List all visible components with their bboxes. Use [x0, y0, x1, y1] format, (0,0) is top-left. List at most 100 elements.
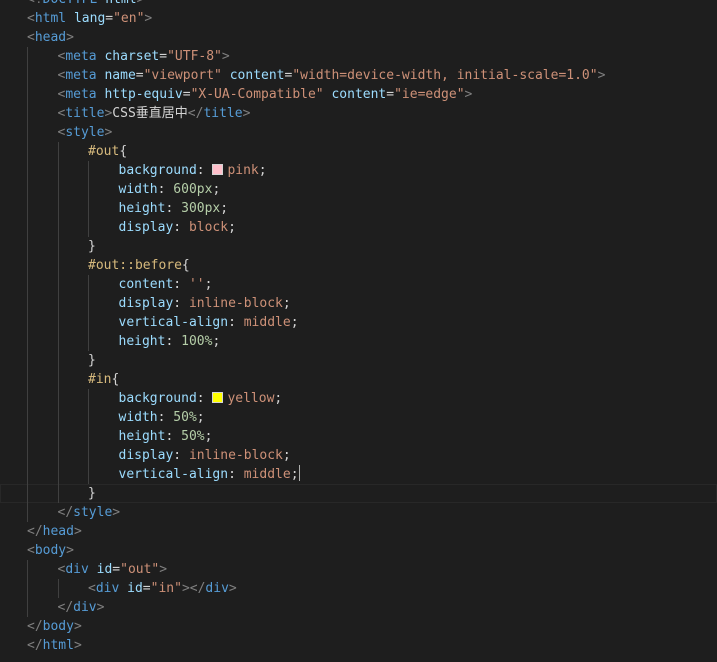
code-line[interactable]: width: 600px;	[0, 180, 717, 199]
code-line[interactable]: </style>	[0, 503, 717, 522]
indent-guide	[27, 332, 28, 351]
code-token: name	[104, 68, 136, 83]
code-token: <	[27, 30, 35, 45]
code-token: pink	[227, 163, 259, 178]
code-line[interactable]: </div>	[0, 598, 717, 617]
code-line[interactable]: #out::before{	[0, 256, 717, 275]
indent-guide	[57, 313, 59, 332]
code-token: content	[331, 87, 387, 102]
code-editor[interactable]: <!DOCTYPE html><html lang="en"><head><me…	[0, 0, 717, 655]
code-token: >	[228, 581, 237, 596]
code-line[interactable]: <head>	[0, 28, 717, 47]
indent-guide	[27, 370, 28, 389]
code-line[interactable]: #in{	[0, 370, 717, 389]
code-line[interactable]: width: 50%;	[0, 408, 717, 427]
code-token: :	[196, 391, 213, 406]
code-line[interactable]: <meta charset="UTF-8">	[0, 47, 717, 66]
code-line[interactable]: <title>CSS垂直居中</title>	[0, 104, 717, 123]
code-line[interactable]: height: 50%;	[0, 427, 717, 446]
code-token: http-equiv	[104, 87, 183, 102]
indent-guide	[57, 161, 59, 180]
code-token: =	[386, 87, 395, 102]
indent-guide	[27, 85, 28, 104]
code-token: :	[173, 296, 189, 311]
code-token: block	[188, 220, 229, 235]
code-line[interactable]: vertical-align: middle;	[0, 313, 717, 332]
indent-guide	[88, 218, 89, 237]
code-token: display	[118, 448, 174, 463]
code-token: ;	[204, 429, 213, 444]
code-token: :	[165, 201, 182, 216]
code-line[interactable]: <style>	[0, 123, 717, 142]
code-token: >	[464, 87, 473, 102]
indent-guide	[27, 142, 28, 161]
code-line[interactable]: display: inline-block;	[0, 294, 717, 313]
code-token: >	[73, 524, 82, 539]
code-line[interactable]: </html>	[0, 636, 717, 655]
code-line[interactable]: }	[0, 237, 717, 256]
code-token: >	[73, 619, 82, 634]
indent-guide	[57, 389, 59, 408]
code-token: height	[118, 201, 166, 216]
code-line[interactable]: background: pink;	[0, 161, 717, 180]
code-line[interactable]: height: 300px;	[0, 199, 717, 218]
code-token: }	[88, 353, 96, 368]
code-token: >	[104, 125, 113, 140]
code-line[interactable]: <meta http-equiv="X-UA-Compatible" conte…	[0, 85, 717, 104]
code-line[interactable]: display: inline-block;	[0, 446, 717, 465]
code-token: </	[27, 524, 43, 539]
code-token: background	[118, 391, 197, 406]
code-token: ''	[188, 277, 205, 292]
code-token: {	[111, 372, 120, 387]
indent-guide	[27, 199, 28, 218]
indent-guide	[27, 560, 28, 579]
code-line[interactable]: display: block;	[0, 218, 717, 237]
indent-guide	[88, 332, 89, 351]
code-line[interactable]: vertical-align: middle;	[0, 465, 717, 484]
indent-guide	[27, 313, 28, 332]
code-line[interactable]: <body>	[0, 541, 717, 560]
code-line[interactable]: <div id="in"></div>	[0, 579, 717, 598]
code-line[interactable]: </head>	[0, 522, 717, 541]
code-token: >	[112, 505, 121, 520]
indent-guide	[27, 180, 28, 199]
code-token: display	[118, 296, 174, 311]
code-line[interactable]: <html lang="en">	[0, 9, 717, 28]
indent-guide	[57, 465, 59, 484]
code-token: lang	[73, 11, 106, 26]
code-token: >	[73, 638, 82, 653]
code-line[interactable]: <meta name="viewport" content="width=dev…	[0, 66, 717, 85]
code-line[interactable]: <div id="out">	[0, 560, 717, 579]
code-token: DOCTYPE	[43, 0, 98, 7]
code-token: div	[95, 581, 120, 596]
color-swatch-yellow[interactable]	[212, 392, 224, 403]
code-token: :	[157, 182, 174, 197]
code-line[interactable]: <!DOCTYPE html>	[0, 0, 717, 9]
code-token: inline-block	[188, 296, 283, 311]
code-token: }	[88, 239, 96, 254]
code-line[interactable]: background: yellow;	[0, 389, 717, 408]
color-swatch-pink[interactable]	[212, 164, 224, 175]
indent-guide	[27, 389, 28, 408]
code-token: ;	[290, 467, 299, 482]
indent-guide	[88, 446, 89, 465]
code-line[interactable]: #out{	[0, 142, 717, 161]
code-line[interactable]: content: '';	[0, 275, 717, 294]
code-token: id	[127, 581, 143, 596]
code-token: title	[65, 106, 105, 121]
code-token: "in"	[150, 581, 182, 596]
indent-guide	[27, 598, 28, 617]
code-token: title	[203, 106, 243, 121]
code-line[interactable]: height: 100%;	[0, 332, 717, 351]
code-line[interactable]: }	[0, 351, 717, 370]
code-token: html	[34, 11, 67, 26]
indent-guide	[57, 275, 59, 294]
code-token: "width=device-width, initial-scale=1.0"	[292, 68, 598, 83]
code-line[interactable]: </body>	[0, 617, 717, 636]
code-token: "en"	[113, 11, 145, 26]
indent-guide	[57, 579, 59, 598]
code-token: =	[112, 562, 121, 577]
indent-guide	[27, 408, 28, 427]
code-token: ;	[228, 220, 236, 235]
code-line[interactable]: }	[0, 484, 717, 503]
